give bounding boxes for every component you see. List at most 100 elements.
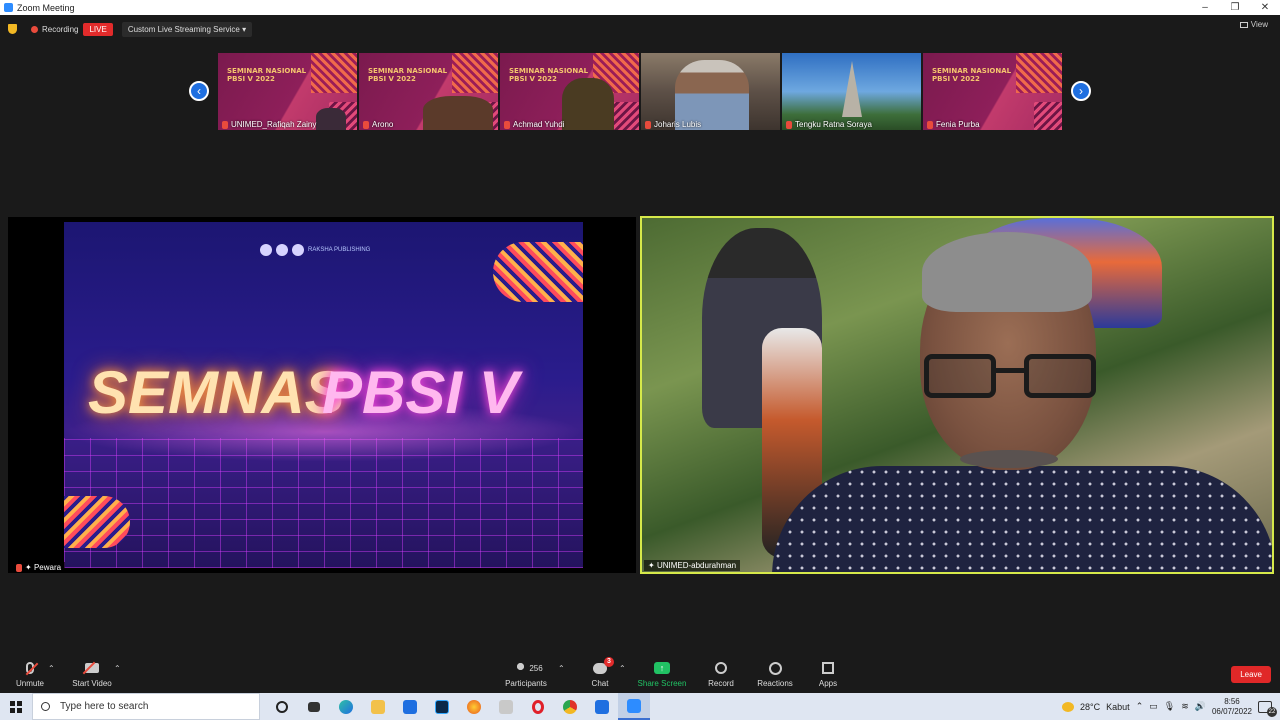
taskbar-search-box[interactable]: Type here to search bbox=[32, 693, 260, 720]
songket-pattern bbox=[452, 53, 498, 93]
sticky-notes-icon[interactable] bbox=[490, 693, 522, 720]
tray-app-icon[interactable]: ▭ bbox=[1149, 701, 1158, 712]
participant-thumb[interactable]: SEMINAR NASIONAL PBSI V 2022 Fenia Purba bbox=[923, 53, 1062, 130]
seminar-banner-text: SEMINAR NASIONAL PBSI V 2022 bbox=[227, 67, 307, 83]
photos-icon[interactable] bbox=[586, 693, 618, 720]
streaming-service-label: Custom Live Streaming Service bbox=[127, 24, 240, 34]
view-grid-icon bbox=[1239, 21, 1248, 28]
chevron-left-icon: ‹ bbox=[197, 84, 201, 98]
windows-start-icon[interactable] bbox=[10, 700, 22, 713]
weather-text[interactable]: Kabut bbox=[1106, 702, 1130, 712]
leave-button[interactable]: Leave bbox=[1231, 666, 1271, 683]
participant-thumb[interactable]: Joharis Lubis bbox=[641, 53, 780, 130]
songket-pattern bbox=[1016, 53, 1062, 93]
reactions-button[interactable]: Reactions bbox=[745, 661, 805, 688]
weather-icon[interactable] bbox=[1062, 701, 1075, 712]
microphone-icon[interactable]: 🎙 bbox=[1164, 701, 1175, 712]
weather-temp[interactable]: 28°C bbox=[1080, 702, 1100, 712]
cortana-icon[interactable] bbox=[266, 693, 298, 720]
participant-name: Achmad Yuhdi bbox=[504, 120, 564, 129]
windows-taskbar: Type here to search 28°C Kabut ⌃ ▭ 🎙 ≋ 🔊… bbox=[0, 693, 1280, 720]
participant-thumb[interactable]: SEMINAR NASIONAL PBSI V 2022 UNIMED_Rafiq… bbox=[218, 53, 357, 130]
notification-center-icon[interactable]: 22 bbox=[1258, 700, 1277, 717]
participants-options-caret[interactable]: ⌃ bbox=[558, 664, 565, 673]
active-speaker-video[interactable]: ✦ UNIMED-abdurahman bbox=[640, 216, 1274, 574]
muted-mic-icon bbox=[504, 120, 510, 129]
edge-icon[interactable] bbox=[330, 693, 362, 720]
system-tray: 28°C Kabut ⌃ ▭ 🎙 ≋ 🔊 8:56 06/07/2022 22 bbox=[1062, 697, 1280, 717]
chat-options-caret[interactable]: ⌃ bbox=[619, 664, 626, 673]
live-badge[interactable]: LIVE bbox=[83, 22, 113, 36]
logo-icon bbox=[292, 244, 304, 256]
participant-name: Joharis Lubis bbox=[645, 120, 701, 129]
video-options-caret[interactable]: ⌃ bbox=[114, 664, 121, 673]
clock-time: 8:56 bbox=[1224, 696, 1240, 706]
participant-name: Fenia Purba bbox=[927, 120, 980, 129]
participant-thumb[interactable]: SEMINAR NASIONAL PBSI V 2022 Arono bbox=[359, 53, 498, 130]
volume-icon[interactable]: 🔊 bbox=[1195, 701, 1206, 712]
start-video-label: Start Video bbox=[72, 679, 112, 688]
video-name-label: ✦ Pewara bbox=[12, 562, 66, 573]
songket-pattern bbox=[64, 496, 130, 548]
apps-button[interactable]: Apps bbox=[798, 661, 858, 688]
record-button[interactable]: Record bbox=[691, 661, 751, 688]
participant-name: UNIMED_Rafiqah Zainy bbox=[222, 120, 316, 129]
security-shield-icon[interactable] bbox=[8, 24, 17, 34]
muted-mic-icon bbox=[363, 120, 369, 129]
songket-pattern bbox=[611, 102, 639, 130]
share-screen-button[interactable]: ↑ Share Screen bbox=[632, 661, 692, 688]
muted-mic-icon bbox=[26, 662, 34, 674]
chevron-right-icon: › bbox=[1079, 84, 1083, 98]
meeting-area: Recording LIVE Custom Live Streaming Ser… bbox=[0, 15, 1280, 655]
participant-name: Tengku Ratna Soraya bbox=[786, 120, 872, 129]
opera-icon[interactable] bbox=[522, 693, 554, 720]
chrome-icon[interactable] bbox=[554, 693, 586, 720]
pin-icon: ✦ bbox=[25, 563, 32, 572]
gallery-strip: SEMINAR NASIONAL PBSI V 2022 UNIMED_Rafiq… bbox=[218, 53, 1062, 130]
muted-mic-icon bbox=[16, 563, 22, 572]
recording-dot-icon bbox=[31, 25, 38, 33]
chevron-down-icon: ▾ bbox=[242, 24, 247, 34]
zoom-taskbar-icon[interactable] bbox=[618, 693, 650, 720]
wifi-icon[interactable]: ≋ bbox=[1181, 701, 1189, 712]
participants-button[interactable]: 256 Participants bbox=[496, 661, 556, 688]
firefox-icon[interactable] bbox=[458, 693, 490, 720]
chevron-up-icon[interactable]: ⌃ bbox=[1136, 701, 1144, 712]
view-button[interactable]: View bbox=[1239, 20, 1268, 29]
search-placeholder: Type here to search bbox=[60, 701, 149, 712]
minimize-button[interactable]: – bbox=[1190, 2, 1220, 13]
pin-icon: ✦ bbox=[648, 561, 655, 570]
close-button[interactable]: ✕ bbox=[1250, 2, 1280, 13]
task-view-icon[interactable] bbox=[298, 693, 330, 720]
mail-icon[interactable] bbox=[394, 693, 426, 720]
participant-name: Arono bbox=[363, 120, 393, 129]
taskbar-clock[interactable]: 8:56 06/07/2022 bbox=[1212, 697, 1252, 717]
start-video-button[interactable]: Start Video bbox=[62, 661, 122, 688]
shared-screen-video[interactable]: RAKSHA PUBLISHING SEMNAS PBSI V ✦ Pewara bbox=[8, 217, 636, 573]
seminar-banner-text: SEMINAR NASIONAL PBSI V 2022 bbox=[368, 67, 448, 83]
streaming-service-dropdown[interactable]: Custom Live Streaming Service ▾ bbox=[121, 21, 253, 37]
file-explorer-icon[interactable] bbox=[362, 693, 394, 720]
audio-options-caret[interactable]: ⌃ bbox=[48, 664, 55, 673]
speaker-mustache bbox=[960, 450, 1058, 468]
songket-pattern bbox=[493, 242, 583, 302]
gallery-prev-button[interactable]: ‹ bbox=[189, 81, 209, 101]
speaker-glasses bbox=[924, 354, 1100, 400]
slide-title-pbsi: PBSI V bbox=[322, 359, 519, 426]
recording-label: Recording bbox=[42, 24, 79, 34]
logo-icon bbox=[276, 244, 288, 256]
photoshop-icon[interactable] bbox=[426, 693, 458, 720]
search-icon bbox=[41, 702, 50, 711]
participant-thumb[interactable]: SEMINAR NASIONAL PBSI V 2022 Achmad Yuhdi bbox=[500, 53, 639, 130]
participants-count: 256 bbox=[529, 663, 543, 673]
presentation-slide: RAKSHA PUBLISHING SEMNAS PBSI V bbox=[64, 222, 583, 568]
chat-label: Chat bbox=[591, 679, 609, 688]
recording-indicator[interactable]: Recording bbox=[31, 25, 78, 34]
clock-date: 06/07/2022 bbox=[1211, 706, 1252, 716]
participant-video bbox=[423, 96, 493, 130]
participant-thumb[interactable]: Tengku Ratna Soraya bbox=[782, 53, 921, 130]
speaker-hair bbox=[922, 232, 1092, 312]
gallery-next-button[interactable]: › bbox=[1071, 81, 1091, 101]
maximize-button[interactable]: ❐ bbox=[1220, 2, 1250, 13]
publisher-logo-text: RAKSHA PUBLISHING bbox=[308, 247, 371, 253]
